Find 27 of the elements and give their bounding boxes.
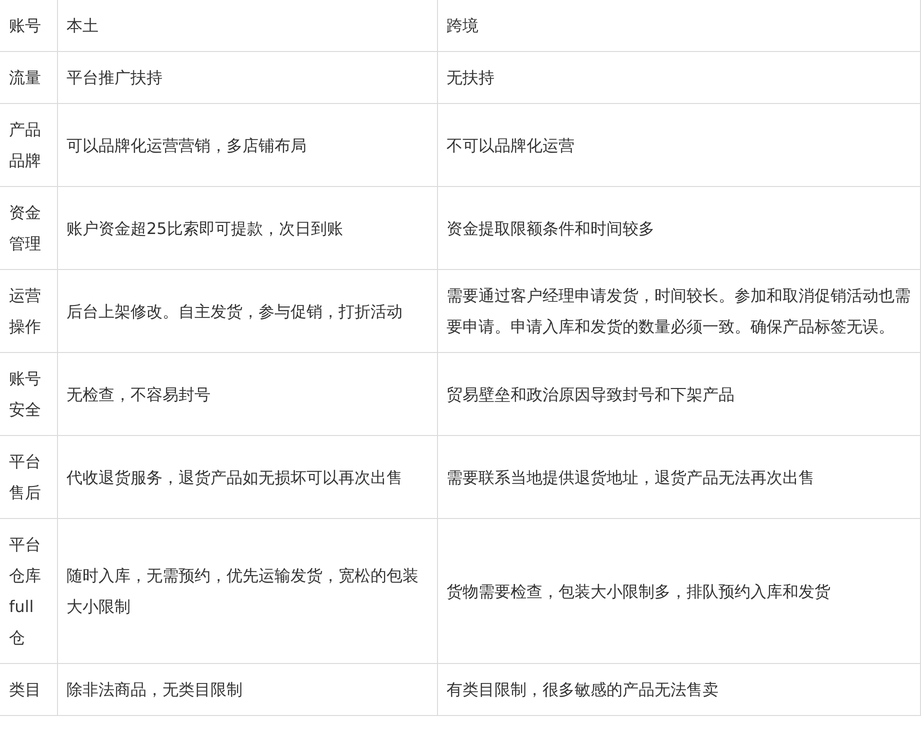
table-cell: 随时入库，无需预约，优先运输发货，宽松的包装大小限制	[57, 518, 437, 664]
table-cell: 平台推广扶持	[57, 52, 437, 104]
table-cell: 有类目限制，很多敏感的产品无法售卖	[437, 664, 920, 716]
table-cell: 账户资金超25比索即可提款，次日到账	[57, 186, 437, 270]
row-header: 平台售后	[0, 436, 57, 518]
row-header: 资金管理	[0, 186, 57, 270]
row-header: 运营操作	[0, 270, 57, 352]
row-header: 平台仓库full仓	[0, 518, 57, 664]
row-header: 类目	[0, 664, 57, 716]
row-header: 账号	[0, 0, 57, 52]
table-cell: 后台上架修改。自主发货，参与促销，打折活动	[57, 270, 437, 352]
row-header: 流量	[0, 52, 57, 104]
table-cell: 除非法商品，无类目限制	[57, 664, 437, 716]
table-cell: 需要通过客户经理申请发货，时间较长。参加和取消促销活动也需要申请。申请入库和发货的数量必须一致。确保产品标签无误。	[437, 270, 920, 352]
table-cell: 贸易壁垒和政治原因导致封号和下架产品	[437, 352, 920, 436]
table-cell: 货物需要检查，包装大小限制多，排队预约入库和发货	[437, 518, 920, 664]
table-cell: 资金提取限额条件和时间较多	[437, 186, 920, 270]
table-cell: 不可以品牌化运营	[437, 104, 920, 186]
table-cell: 可以品牌化运营营销，多店铺布局	[57, 104, 437, 186]
row-header: 账号安全	[0, 352, 57, 436]
table-cell: 代收退货服务，退货产品如无损坏可以再次出售	[57, 436, 437, 518]
table-cell: 无扶持	[437, 52, 920, 104]
table-cell: 需要联系当地提供退货地址，退货产品无法再次出售	[437, 436, 920, 518]
row-header: 产品品牌	[0, 104, 57, 186]
table-cell: 本土	[57, 0, 437, 52]
table-cell: 无检查，不容易封号	[57, 352, 437, 436]
table-cell: 跨境	[437, 0, 920, 52]
